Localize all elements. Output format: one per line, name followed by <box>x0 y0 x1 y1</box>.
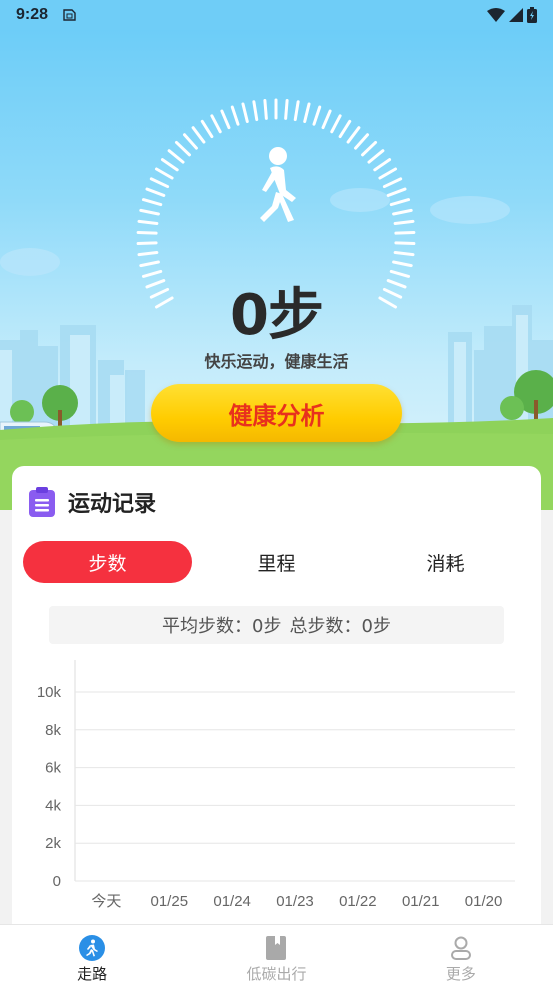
dial-tick <box>378 167 398 180</box>
hero-banner: 0步 快乐运动，健康生活 健康分析 <box>0 30 553 510</box>
nav-label-low-carbon: 低碳出行 <box>246 965 307 983</box>
x-tick-label: 01/22 <box>339 893 377 910</box>
tab-steps[interactable]: 步数 <box>23 541 192 583</box>
dial-tick <box>386 187 407 197</box>
dial-tick <box>137 250 159 257</box>
health-analysis-button[interactable]: 健康分析 <box>151 384 402 442</box>
dial-tick <box>382 177 403 189</box>
nav-item-more[interactable]: 更多 <box>369 925 553 984</box>
dial-tick <box>394 241 416 246</box>
dial-tick <box>346 126 361 144</box>
dial-tick <box>191 126 206 144</box>
average-steps-text: 平均步数：0步 <box>162 616 282 637</box>
dial-tick <box>230 105 240 126</box>
walking-figure-icon <box>260 147 296 222</box>
steps-summary: 平均步数：0步 总步数：0步 <box>49 606 504 644</box>
clipboard-icon <box>29 487 55 517</box>
dial-tick <box>338 119 352 139</box>
dial-tick <box>393 219 415 226</box>
dial-tick <box>321 109 332 130</box>
dial-tick <box>252 100 259 122</box>
dial-tick <box>303 102 311 123</box>
y-tick-label: 6k <box>45 760 61 777</box>
y-tick-label: 2k <box>45 835 61 852</box>
y-tick-label: 10k <box>37 684 62 701</box>
today-steps-value: 0步 <box>230 283 324 348</box>
nav-item-walk[interactable]: 走路 <box>0 925 184 984</box>
dial-tick <box>139 260 160 268</box>
sim-card-icon <box>63 9 76 21</box>
dial-tick <box>312 105 322 126</box>
x-tick-label: 01/23 <box>276 893 314 910</box>
dial-tick <box>361 140 378 157</box>
x-tick-label: 01/24 <box>213 893 251 910</box>
dial-tick <box>136 230 158 235</box>
dial-tick <box>210 114 222 134</box>
book-icon <box>266 936 287 960</box>
x-tick-label: 01/21 <box>402 893 440 910</box>
status-bar: 9:28 <box>0 0 553 30</box>
dial-tick <box>284 98 289 120</box>
dial-tick <box>393 250 415 257</box>
y-tick-label: 0 <box>53 873 61 890</box>
dial-tick <box>330 114 342 134</box>
wifi-icon <box>487 8 505 22</box>
dial-tick <box>394 230 416 235</box>
dial-tick <box>174 140 191 157</box>
steps-bar-chart: 0 2k 4k 6k 8k 10k 今天 01/25 01/24 01/23 01/22 01/21 0… <box>37 660 515 910</box>
dial-tick <box>145 187 166 197</box>
dial-tick <box>154 167 174 180</box>
person-icon <box>450 936 471 960</box>
dial-tick <box>160 158 179 172</box>
bottom-navigation: 走路 低碳出行 更多 <box>0 924 553 984</box>
dial-tick <box>149 177 170 189</box>
x-tick-label: 01/25 <box>151 893 189 910</box>
dial-tick <box>367 149 385 164</box>
tab-distance[interactable]: 里程 <box>192 541 361 583</box>
nav-item-low-carbon[interactable]: 低碳出行 <box>184 925 368 984</box>
card-title: 运动记录 <box>68 492 157 517</box>
card-header: 运动记录 <box>28 486 156 518</box>
dial-tick <box>293 100 300 122</box>
dial-tick <box>241 102 249 123</box>
nav-label-more: 更多 <box>445 965 476 983</box>
dial-tick <box>182 133 198 150</box>
tab-consumption[interactable]: 消耗 <box>361 541 530 583</box>
y-tick-label: 8k <box>45 722 61 739</box>
signal-icon <box>509 8 523 22</box>
dial-tick <box>200 119 214 139</box>
y-tick-label: 4k <box>45 797 61 814</box>
dial-tick <box>373 158 392 172</box>
battery-icon <box>527 7 537 23</box>
dial-tick <box>141 198 163 207</box>
x-tick-label: 01/20 <box>465 893 503 910</box>
metric-tabs: 步数 里程 消耗 <box>23 541 530 583</box>
dial-tick <box>137 219 159 226</box>
status-icons <box>487 7 537 23</box>
total-steps-text: 总步数：0步 <box>289 616 391 637</box>
dial-tick <box>392 208 413 216</box>
dial-tick <box>389 198 411 207</box>
x-tick-label: 今天 <box>91 893 121 910</box>
walk-icon <box>79 935 106 961</box>
dial-tick <box>220 109 231 130</box>
nav-label-walk: 走路 <box>77 965 108 983</box>
dial-tick <box>263 98 268 120</box>
dial-tick <box>136 241 158 246</box>
status-time: 9:28 <box>16 6 49 23</box>
exercise-records-card: 运动记录 步数 里程 消耗 平均步数：0步 总步数：0步 0 2k 4k 6k 8k 10… <box>12 466 541 936</box>
dial-tick <box>392 260 413 268</box>
dial-tick <box>354 133 370 150</box>
dial-tick <box>139 208 160 216</box>
dial-tick <box>167 149 185 164</box>
slogan-text: 快乐运动，健康生活 <box>204 352 349 371</box>
